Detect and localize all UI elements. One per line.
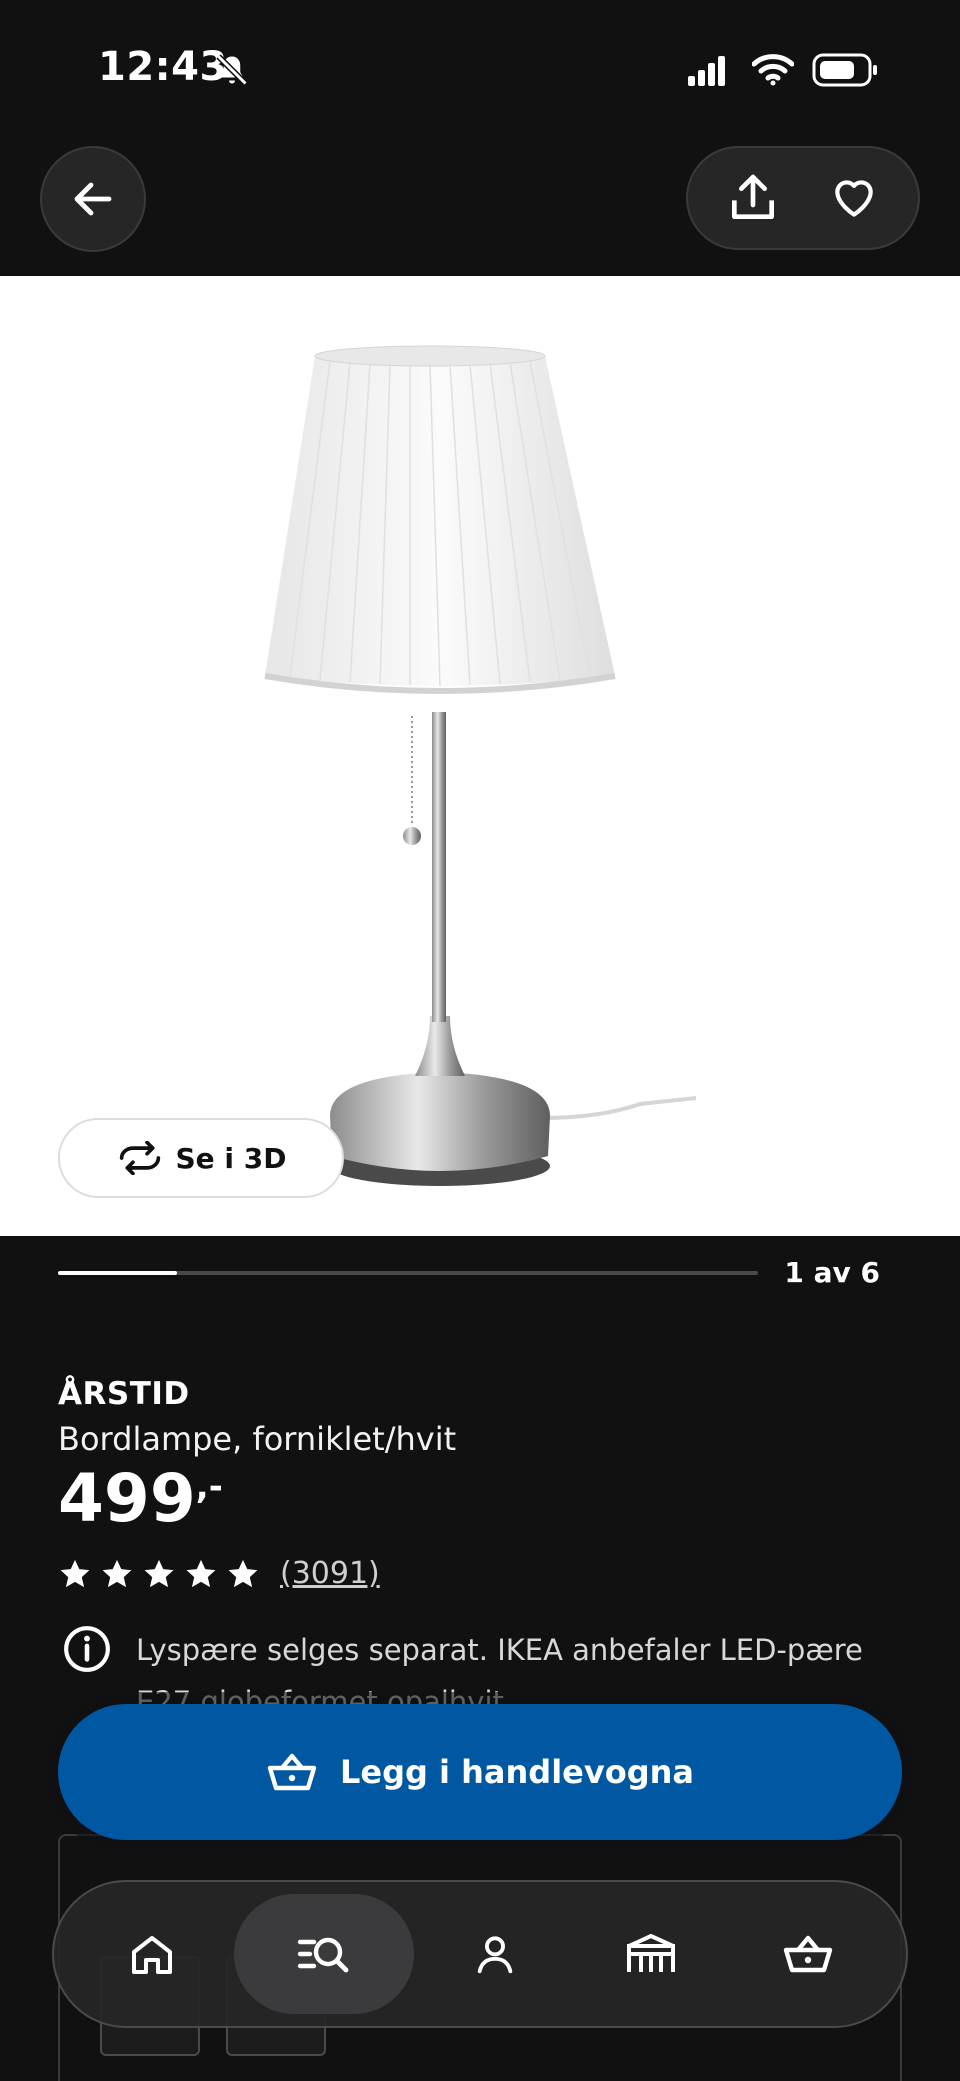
search-list-icon	[297, 1937, 348, 1973]
product-image[interactable]	[0, 276, 960, 1236]
top-actions	[686, 146, 920, 250]
nav-search[interactable]	[233, 1894, 414, 2014]
arrow-left-icon	[74, 182, 112, 216]
favorite-button[interactable]	[824, 168, 884, 228]
gallery-counter: 1 av 6	[784, 1256, 880, 1289]
star-icon	[228, 1559, 258, 1587]
share-icon	[731, 174, 774, 220]
nav-cart[interactable]	[733, 1894, 883, 2014]
nav-profile[interactable]	[420, 1894, 570, 2014]
status-bar: 12:43	[0, 0, 960, 130]
product-price: 499,-	[58, 1466, 223, 1532]
basket-icon	[783, 1935, 832, 1973]
bulb-info-notice: Lyspære selges separat. IKEA anbefaler L…	[58, 1620, 898, 1708]
bulb-info-text: Lyspære selges separat. IKEA anbefaler L…	[136, 1633, 863, 1708]
add-to-cart-button[interactable]: Legg i handlevogna	[58, 1704, 902, 1840]
lamp-illustration	[264, 345, 697, 1186]
bottom-nav	[52, 1880, 908, 2028]
gallery-progress-fill	[58, 1271, 177, 1275]
gallery-progress	[58, 1271, 758, 1275]
heart-icon	[834, 180, 873, 217]
store-icon	[627, 1934, 676, 1972]
battery-icon	[812, 53, 877, 87]
share-button[interactable]	[723, 168, 783, 228]
star-icon	[144, 1559, 174, 1587]
star-icon	[186, 1559, 216, 1587]
rating-row[interactable]: (3091)	[58, 1556, 380, 1591]
add-to-cart-label: Legg i handlevogna	[339, 1753, 694, 1791]
person-icon	[477, 1936, 513, 1974]
view-3d-button[interactable]: Se i 3D	[58, 1118, 344, 1198]
review-count-link[interactable]: (3091)	[280, 1556, 380, 1591]
view-3d-label: Se i 3D	[175, 1141, 287, 1175]
star-icon	[60, 1559, 90, 1587]
product-name: ÅRSTID	[58, 1376, 190, 1412]
wifi-icon	[752, 54, 794, 86]
nav-home[interactable]	[77, 1894, 227, 2014]
bell-muted-icon	[216, 54, 248, 86]
price-suffix: ,-	[195, 1467, 223, 1507]
nav-stores[interactable]	[576, 1894, 726, 2014]
info-icon	[64, 1626, 110, 1672]
rotate-3d-icon	[119, 1141, 160, 1175]
basket-icon	[267, 1753, 317, 1791]
status-time: 12:43	[98, 44, 228, 90]
star-icon	[102, 1559, 132, 1587]
back-button[interactable]	[40, 146, 146, 252]
product-description: Bordlampe, forniklet/hvit	[58, 1420, 457, 1458]
price-value: 499	[58, 1460, 196, 1537]
cellular-signal-icon	[688, 56, 725, 86]
home-icon	[132, 1936, 173, 1974]
